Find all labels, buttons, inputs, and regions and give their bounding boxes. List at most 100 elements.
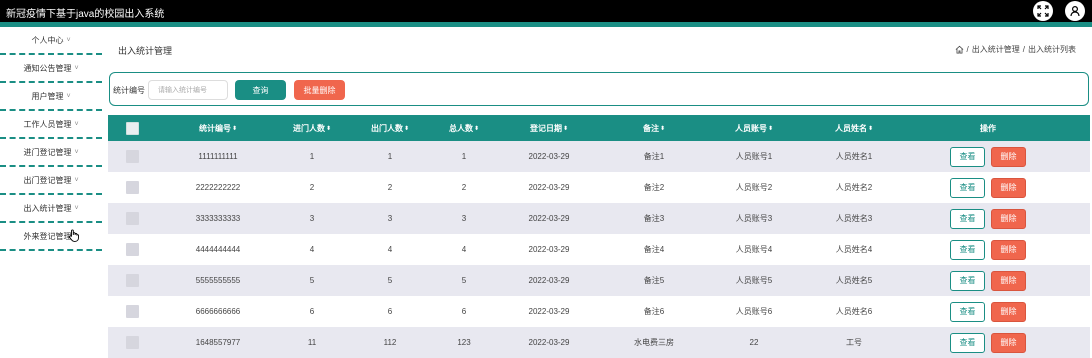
sort-icon: ⬍ — [659, 125, 666, 132]
view-button[interactable]: 查看 — [950, 270, 985, 291]
column-header-actions: 操作 — [980, 123, 996, 133]
cell-date: 2022-03-29 — [528, 214, 570, 223]
row-checkbox[interactable] — [125, 150, 139, 163]
sidebar-item-visitor-registration[interactable]: 外来登记管理 — [0, 223, 102, 251]
sidebar-item-personal-center[interactable]: 个人中心 ˅ — [0, 27, 102, 55]
cell-name: 人员姓名5 — [835, 276, 873, 285]
row-actions: 查看 删除 — [928, 203, 1048, 234]
view-button[interactable]: 查看 — [950, 301, 985, 322]
cell-date: 2022-03-29 — [528, 276, 570, 285]
home-icon[interactable] — [955, 45, 964, 54]
cell-total: 1 — [461, 152, 467, 161]
delete-button[interactable]: 删除 — [991, 301, 1026, 322]
sort-icon: ⬍ — [403, 125, 410, 132]
column-header[interactable]: 出门人数 ⬍ — [346, 115, 434, 141]
sidebar-item-entry-registration[interactable]: 进门登记管理 ˅ — [0, 139, 102, 167]
cell-in-count: 5 — [309, 276, 315, 285]
cell-out-count: 1 — [387, 152, 393, 161]
sort-icon: ⬍ — [473, 125, 480, 132]
row-checkbox[interactable] — [125, 212, 139, 225]
row-checkbox-cell — [120, 141, 144, 172]
column-header[interactable]: 人员姓名 ⬍ — [804, 115, 904, 141]
cell-out-count: 112 — [383, 338, 397, 347]
row-checkbox-cell — [120, 296, 144, 327]
table-row: 3333333333 3 3 3 2022-03-29 备注3 人员账号3 人员姓名3 查看 删除 — [108, 203, 1090, 234]
cell-in-count: 6 — [309, 307, 315, 316]
data-table: 统计编号 ⬍ 进门人数 ⬍ 出门人数 ⬍ 总人数 ⬍ 登记日期 ⬍ 备注 ⬍ 人员账号 ⬍ 人… — [108, 115, 1090, 358]
row-checkbox[interactable] — [125, 243, 139, 256]
row-actions: 查看 删除 — [928, 234, 1048, 265]
expand-icon[interactable] — [1033, 1, 1053, 21]
cell-in-count: 4 — [309, 245, 315, 254]
delete-button[interactable]: 删除 — [991, 177, 1026, 198]
cell-account: 人员账号1 — [735, 152, 773, 161]
view-button[interactable]: 查看 — [950, 239, 985, 260]
search-form: 统计编号 查询 批量删除 — [109, 72, 1089, 106]
table-row: 4444444444 4 4 4 2022-03-29 备注4 人员账号4 人员姓名4 查看 删除 — [108, 234, 1090, 265]
chevron-down-icon: ˅ — [74, 204, 79, 212]
sort-icon: ⬍ — [325, 125, 332, 132]
cell-stat-id: 4444444444 — [195, 245, 241, 254]
breadcrumb-separator: / — [1022, 45, 1025, 54]
row-checkbox[interactable] — [125, 181, 139, 194]
view-button[interactable]: 查看 — [950, 146, 985, 167]
view-button[interactable]: 查看 — [950, 177, 985, 198]
column-header[interactable]: 统计编号 ⬍ — [158, 115, 278, 141]
search-label: 统计编号 — [113, 86, 145, 95]
column-header[interactable]: 备注 ⬍ — [604, 115, 704, 141]
cell-total: 6 — [461, 307, 467, 316]
cell-date: 2022-03-29 — [528, 338, 570, 347]
delete-button[interactable]: 删除 — [991, 208, 1026, 229]
sidebar-item-label: 进门登记管理 — [23, 147, 72, 157]
column-header[interactable]: 人员账号 ⬍ — [704, 115, 804, 141]
cell-name: 人员姓名3 — [835, 214, 873, 223]
cell-account: 人员账号4 — [735, 245, 773, 254]
view-button[interactable]: 查看 — [950, 332, 985, 353]
column-header[interactable]: 登记日期 ⬍ — [494, 115, 604, 141]
sidebar-item-notice[interactable]: 通知公告管理 ˅ — [0, 55, 102, 83]
sort-icon: ⬍ — [867, 125, 874, 132]
cell-stat-id: 1648557977 — [195, 338, 241, 347]
sidebar-item-exit-registration[interactable]: 出门登记管理 ˅ — [0, 167, 102, 195]
column-header[interactable]: 进门人数 ⬍ — [278, 115, 346, 141]
cell-out-count: 6 — [387, 307, 393, 316]
delete-button[interactable]: 删除 — [991, 239, 1026, 260]
row-checkbox[interactable] — [125, 305, 139, 318]
row-checkbox[interactable] — [125, 274, 139, 287]
delete-button[interactable]: 删除 — [991, 146, 1026, 167]
sidebar-item-users[interactable]: 用户管理 ˅ — [0, 83, 102, 111]
chevron-down-icon: ˅ — [74, 120, 79, 128]
row-actions: 查看 删除 — [928, 327, 1048, 358]
chevron-down-icon: ˅ — [74, 176, 79, 184]
chevron-down-icon: ˅ — [74, 64, 79, 72]
batch-delete-button[interactable]: 批量删除 — [294, 80, 345, 100]
cell-stat-id: 3333333333 — [195, 214, 241, 223]
page-title: 出入统计管理 — [118, 46, 173, 56]
sidebar-item-access-statistics[interactable]: 出入统计管理 ˅ — [0, 195, 102, 223]
column-header[interactable]: 总人数 ⬍ — [434, 115, 494, 141]
cell-date: 2022-03-29 — [528, 245, 570, 254]
sidebar-item-staff[interactable]: 工作人员管理 ˅ — [0, 111, 102, 139]
cell-account: 人员账号6 — [735, 307, 773, 316]
table-row: 5555555555 5 5 5 2022-03-29 备注5 人员账号5 人员姓名5 查看 删除 — [108, 265, 1090, 296]
chevron-down-icon: ˅ — [74, 148, 79, 156]
delete-button[interactable]: 删除 — [991, 270, 1026, 291]
cell-in-count: 2 — [309, 183, 315, 192]
cell-in-count: 3 — [309, 214, 315, 223]
cell-in-count: 1 — [309, 152, 315, 161]
cell-in-count: 11 — [307, 338, 317, 347]
sidebar: 个人中心 ˅ 通知公告管理 ˅ 用户管理 ˅ 工作人员管理 ˅ 进门登记管理 ˅ 出门登记… — [0, 27, 102, 357]
search-input[interactable] — [148, 80, 228, 100]
sidebar-item-label: 外来登记管理 — [23, 231, 72, 241]
select-all-checkbox[interactable] — [125, 121, 139, 135]
query-button[interactable]: 查询 — [235, 80, 286, 100]
user-icon[interactable] — [1065, 1, 1085, 21]
cell-remark: 备注6 — [643, 307, 665, 316]
view-button[interactable]: 查看 — [950, 208, 985, 229]
breadcrumb-item[interactable]: 出入统计管理 — [972, 44, 1020, 55]
table-body: 1111111111 1 1 1 2022-03-29 备注1 人员账号1 人员姓名1 查看 删除… — [108, 141, 1090, 358]
cell-out-count: 2 — [387, 183, 393, 192]
delete-button[interactable]: 删除 — [991, 332, 1026, 353]
row-checkbox[interactable] — [125, 336, 139, 349]
cell-account: 人员账号2 — [735, 183, 773, 192]
